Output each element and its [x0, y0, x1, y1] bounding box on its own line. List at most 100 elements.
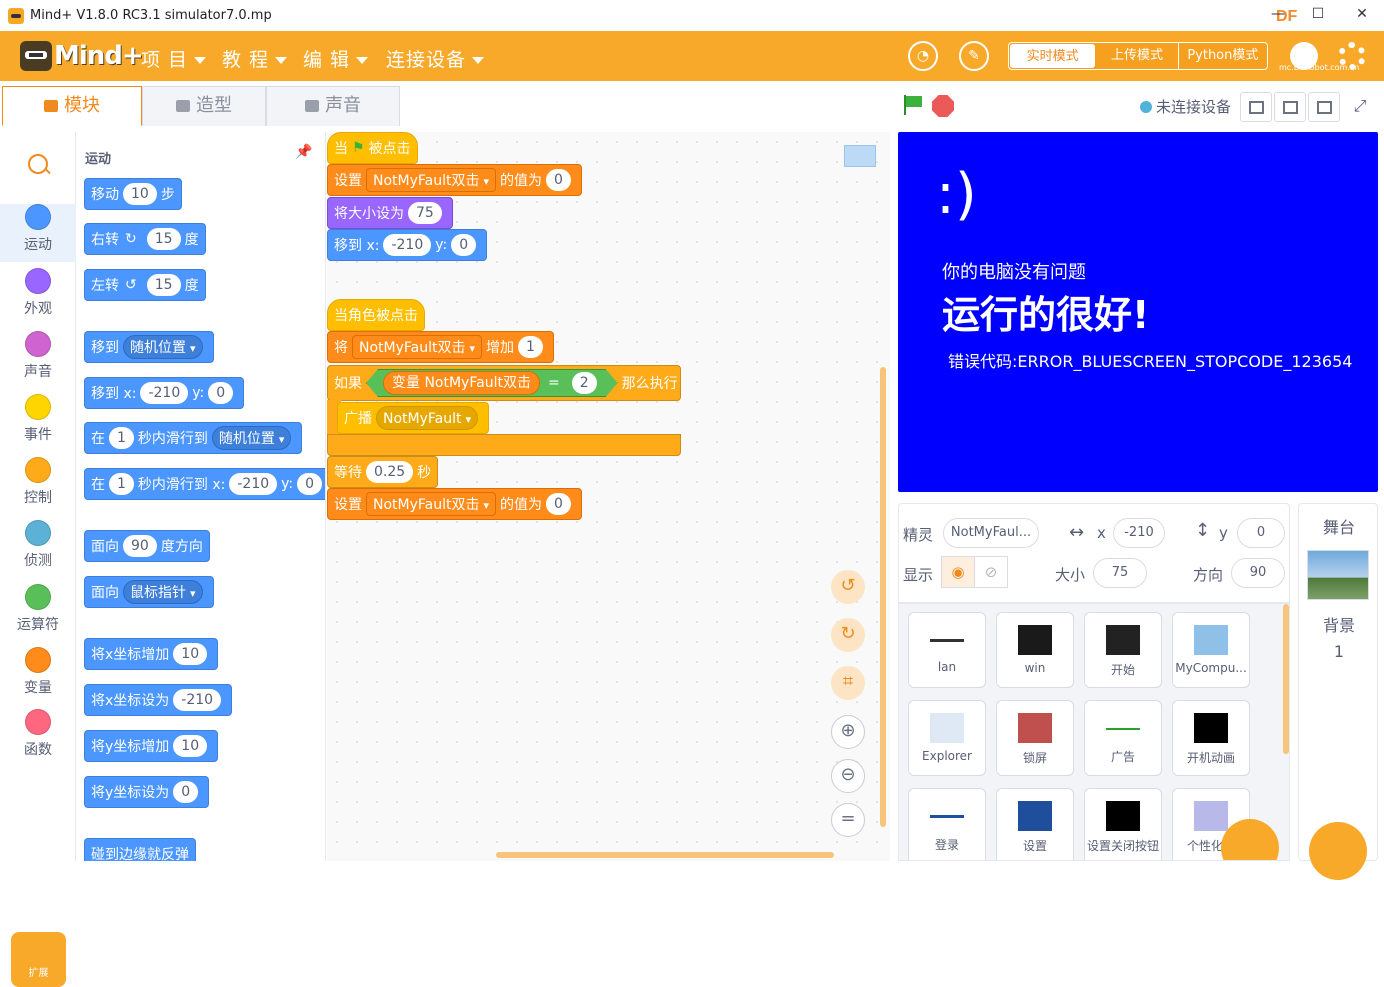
condition-equals[interactable]: 变量 NotMyFault双击 = 2 — [366, 369, 618, 397]
sprite-tile[interactable]: 登录 — [908, 788, 986, 860]
block-turn-left[interactable]: 左转 ↺ 15 度 — [84, 269, 206, 301]
mode-realtime[interactable]: 实时模式 — [1010, 44, 1096, 68]
menu-connect-device[interactable]: 连接设备 — [386, 45, 485, 72]
block-glide[interactable]: 在 1 秒内滑行到 随机位置 — [84, 422, 303, 454]
block-wait[interactable]: 等待 0.25 秒 — [327, 456, 439, 488]
category-item[interactable]: 事件 — [0, 394, 76, 452]
category-dot-icon — [25, 204, 51, 230]
block-move[interactable]: 移动 10 步 — [84, 178, 182, 210]
category-item[interactable]: 运动 — [0, 204, 76, 262]
block-set-x[interactable]: 将x坐标设为 -210 — [84, 684, 233, 716]
block-turn-right[interactable]: 右转 ↻ 15 度 — [84, 223, 206, 255]
extension-button[interactable]: 扩展 — [11, 932, 66, 987]
category-item[interactable]: 运算符 — [0, 584, 76, 642]
zoom-in-icon[interactable]: ⊕ — [831, 715, 865, 749]
gear-icon[interactable] — [1338, 42, 1366, 70]
fullscreen-icon[interactable]: ⤢ — [1344, 92, 1376, 122]
category-label: 外观 — [24, 301, 52, 317]
block-broadcast[interactable]: 广播 NotMyFault — [337, 402, 490, 434]
sprite-tile[interactable]: 设置关闭按钮 — [1084, 788, 1162, 860]
category-item[interactable]: 声音 — [0, 331, 76, 389]
block-point-direction[interactable]: 面向 90 度方向 — [84, 530, 210, 562]
pin-icon[interactable]: 📌 — [295, 144, 312, 164]
block-bounce[interactable]: 碰到边缘就反弹 — [84, 838, 196, 861]
zoom-reset-icon[interactable]: = — [831, 803, 865, 837]
add-backdrop-button[interactable] — [1309, 822, 1367, 880]
size-input[interactable]: 75 — [1093, 558, 1147, 588]
workspace-vertical-scrollbar[interactable] — [880, 367, 886, 827]
block-change-variable[interactable]: 将NotMyFault双击增加1 — [327, 331, 554, 363]
block-set-variable-2[interactable]: 设置NotMyFault双击的值为0 — [327, 488, 582, 520]
layout-normal-stage-icon[interactable] — [1274, 92, 1306, 122]
category-item[interactable]: 函数 — [0, 709, 76, 767]
crop-icon[interactable]: ⌗ — [831, 666, 865, 700]
hat-when-sprite-clicked[interactable]: 当角色被点击 — [327, 299, 425, 331]
direction-input[interactable]: 90 — [1231, 558, 1285, 588]
hat-when-flag-clicked[interactable]: 当 ⚑ 被点击 — [327, 132, 418, 164]
title-bar: Mind+ V1.8.0 RC3.1 simulator7.0.mp DF — … — [0, 0, 1384, 31]
sprite-tile[interactable]: 设置 — [996, 788, 1074, 860]
minimize-icon[interactable]: — — [1270, 6, 1286, 22]
sprite-name-input[interactable]: NotMyFaul... — [943, 518, 1039, 548]
block-change-y[interactable]: 将y坐标增加 10 — [84, 730, 219, 762]
block-glide-xy[interactable]: 在 1 秒内滑行到 x: -210 y: 0 — [84, 468, 325, 500]
show-eye-icon[interactable]: ◉ — [941, 556, 975, 588]
y-input[interactable]: 0 — [1237, 518, 1285, 548]
category-item[interactable]: 侦测 — [0, 520, 76, 578]
maximize-icon[interactable]: ☐ — [1310, 6, 1326, 22]
stage-canvas[interactable]: :) 你的电脑没有问题 运行的很好! 错误代码:ERROR_BLUESCREEN… — [898, 132, 1378, 492]
zoom-out-icon[interactable]: ⊖ — [831, 759, 865, 793]
search-icon[interactable] — [28, 154, 48, 174]
block-goto-xy[interactable]: 移到 x: -210 y: 0 — [327, 229, 488, 261]
dashboard-icon[interactable]: ◔ — [908, 41, 938, 71]
direction-label: 方向 — [1193, 566, 1224, 584]
stop-icon[interactable] — [932, 95, 954, 117]
mode-python[interactable]: Python模式 — [1177, 43, 1267, 69]
category-item[interactable]: 变量 — [0, 647, 76, 705]
workspace-horizontal-scrollbar[interactable] — [496, 852, 834, 858]
layout-small-stage-icon[interactable] — [1240, 92, 1272, 122]
redo-icon[interactable]: ↻ — [831, 618, 865, 652]
menu-tutorial[interactable]: 教 程 — [222, 45, 288, 72]
sprite-tile[interactable]: MyCompu... — [1172, 612, 1250, 688]
block-set-variable[interactable]: 设置NotMyFault双击的值为0 — [327, 164, 582, 196]
edit-icon[interactable]: ✎ — [959, 41, 989, 71]
block-goto-xy[interactable]: 移到 x: -210 y: 0 — [84, 377, 245, 409]
sprite-tile[interactable]: 开始 — [1084, 612, 1162, 688]
hide-eye-icon[interactable]: ⊘ — [974, 556, 1008, 588]
undo-icon[interactable]: ↺ — [831, 570, 865, 604]
category-item[interactable]: 外观 — [0, 268, 76, 326]
app-icon — [8, 7, 24, 24]
tab-sounds[interactable]: 声音 — [266, 86, 400, 126]
block-set-size[interactable]: 将大小设为 75 — [327, 197, 453, 229]
backdrop-thumbnail[interactable] — [1307, 550, 1369, 600]
block-point-towards[interactable]: 面向 鼠标指针 — [84, 576, 214, 608]
sprite-name: lan — [937, 660, 957, 674]
mode-upload[interactable]: 上传模式 — [1096, 43, 1177, 69]
sprite-tile[interactable]: 广告 — [1084, 700, 1162, 776]
sprite-tile[interactable]: lan — [908, 612, 986, 688]
green-flag-icon[interactable] — [902, 95, 922, 115]
layout-hide-stage-icon[interactable] — [1308, 92, 1340, 122]
category-item[interactable]: 控制 — [0, 457, 76, 515]
sprite-tile[interactable]: 锁屏 — [996, 700, 1074, 776]
sprite-list-scrollbar[interactable] — [1283, 604, 1289, 754]
sprite-tile[interactable]: win — [996, 612, 1074, 688]
block-set-y[interactable]: 将y坐标设为 0 — [84, 776, 210, 808]
script-workspace[interactable]: 当⚑被点击 设置NotMyFault双击的值为0 将大小设为75 移到 x:-2… — [327, 132, 890, 861]
block-goto[interactable]: 移到 随机位置 — [84, 331, 214, 363]
sprite-tile[interactable]: Explorer — [908, 700, 986, 776]
tab-blocks[interactable]: 模块 — [2, 86, 142, 126]
tab-costumes[interactable]: 造型 — [142, 86, 266, 126]
menu-edit[interactable]: 编 辑 — [303, 45, 369, 72]
block-change-x[interactable]: 将x坐标增加 10 — [84, 638, 219, 670]
connection-status: 未连接设备 — [1140, 96, 1231, 117]
sprite-tile[interactable]: 开机动画 — [1172, 700, 1250, 776]
user-avatar-icon[interactable] — [1290, 42, 1318, 70]
stage-panel[interactable]: 舞台 背景 1 — [1298, 503, 1378, 880]
menu-project[interactable]: 项 目 — [141, 45, 207, 72]
x-input[interactable]: -210 — [1113, 518, 1165, 548]
sprite-name: MyCompu... — [1175, 661, 1247, 675]
block-if[interactable]: 如果 变量 NotMyFault双击 = 2 那么执行 — [327, 365, 681, 401]
close-icon[interactable]: ✕ — [1354, 6, 1370, 22]
